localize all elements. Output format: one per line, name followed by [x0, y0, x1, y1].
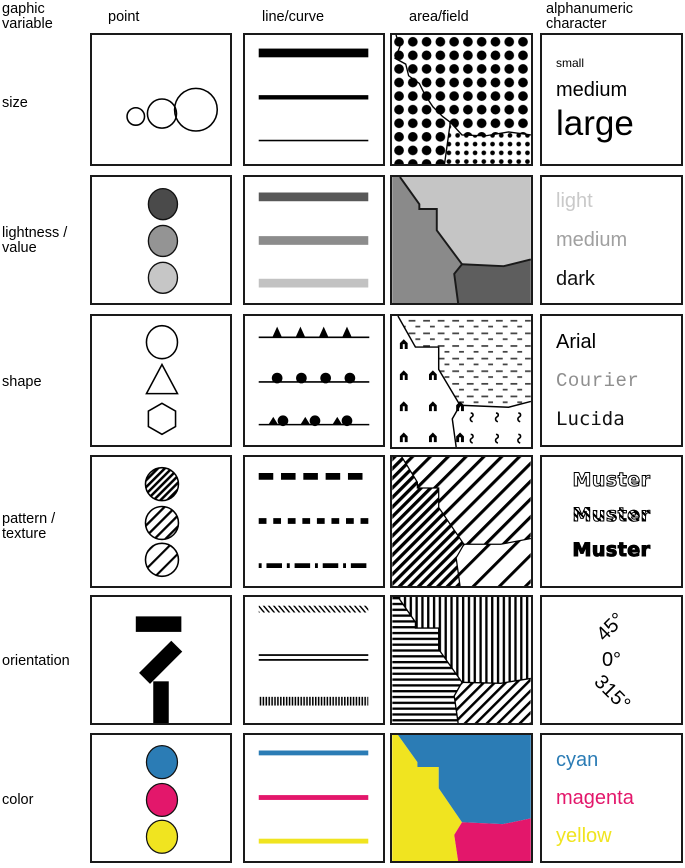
column-header-area-field: area/field [409, 9, 469, 25]
text-large: large [556, 103, 634, 143]
cell-size-alphanumeric: small medium large [540, 33, 683, 166]
cell-shape-point [90, 314, 232, 447]
cell-lightness-area [390, 175, 533, 305]
text-courier: Courier [556, 370, 640, 392]
text-magenta: magenta [556, 786, 634, 809]
text-angle-315: 315° [589, 670, 635, 716]
cell-pattern-alphanumeric: Muster Muster Muster [540, 455, 683, 588]
cell-color-point [90, 733, 232, 863]
cell-shape-line [243, 314, 385, 447]
text-cyan: cyan [556, 748, 599, 771]
cell-pattern-line [243, 455, 385, 588]
column-header-point: point [108, 9, 140, 25]
cell-size-line [243, 33, 385, 166]
text-angle-0: 0° [601, 648, 622, 671]
text-small: small [556, 55, 585, 70]
column-header-alphanumeric: alphanumeric character [546, 1, 634, 32]
text-light: light [556, 189, 593, 212]
row-label-pattern: pattern / texture [2, 511, 56, 542]
text-angle-45: 45° [592, 608, 630, 646]
cell-orientation-alphanumeric: 45° 0° 315° [540, 595, 683, 725]
text-arial: Arial [556, 331, 597, 353]
cell-pattern-area [390, 455, 533, 588]
row-label-shape: shape [2, 374, 42, 390]
cell-orientation-area [390, 595, 533, 725]
text-muster-hatch: Muster [572, 504, 651, 527]
text-medium: medium [556, 78, 628, 101]
cell-color-line [243, 733, 385, 863]
cell-lightness-line [243, 175, 385, 305]
cell-orientation-line [243, 595, 385, 725]
cell-shape-area [390, 314, 533, 449]
column-header-line-curve: line/curve [262, 9, 325, 25]
row-label-size: size [2, 95, 28, 111]
row-label-orientation: orientation [2, 653, 70, 669]
cell-orientation-point [90, 595, 232, 725]
row-label-color: color [2, 792, 34, 808]
cell-pattern-point [90, 455, 232, 588]
table-corner-label: gaphic variable [2, 1, 53, 32]
cell-size-point [90, 33, 232, 166]
cell-size-area [390, 33, 533, 166]
text-yellow: yellow [556, 824, 612, 847]
text-muster-solid: Muster [572, 539, 651, 562]
text-medium: medium [556, 228, 628, 251]
cell-color-area [390, 733, 533, 863]
text-dark: dark [556, 267, 595, 290]
cell-shape-alphanumeric: Arial Courier Lucida [540, 314, 683, 447]
cell-color-alphanumeric: cyan magenta yellow [540, 733, 683, 863]
text-muster-light: Muster [572, 469, 651, 492]
text-lucida: Lucida [556, 408, 625, 430]
graphic-variables-table: gaphic variable point line/curve area/fi… [0, 0, 685, 868]
cell-lightness-point [90, 175, 232, 305]
row-label-lightness: lightness / value [2, 225, 68, 256]
cell-lightness-alphanumeric: light medium dark [540, 175, 683, 305]
